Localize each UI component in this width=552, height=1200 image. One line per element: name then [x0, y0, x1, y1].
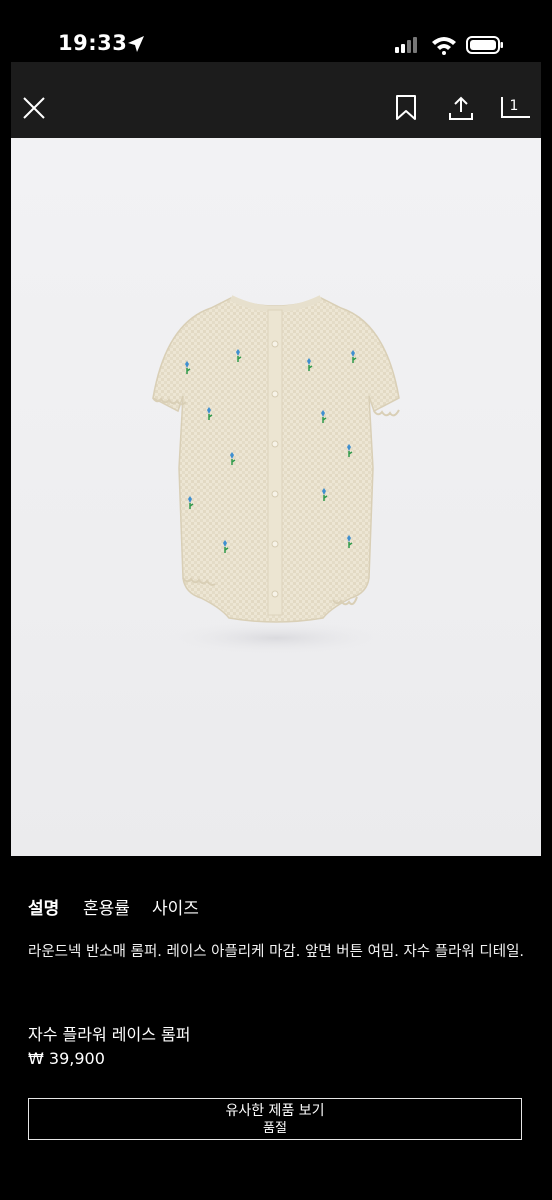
- product-name: 자수 플라워 레이스 롬퍼: [28, 1025, 191, 1044]
- image-count: 1: [509, 98, 519, 114]
- product-image[interactable]: [11, 138, 541, 856]
- product-detail-sheet: 1 설명 혼용률 사이즈 라운드넥 반소매 롬퍼. 레이스 아플리케 마감. 앞…: [11, 62, 541, 1200]
- view-similar-button[interactable]: 유사한 제품 보기 품절: [28, 1098, 522, 1140]
- close-icon[interactable]: [22, 96, 46, 120]
- battery-icon: [466, 36, 503, 54]
- top-toolbar: 1: [11, 62, 541, 138]
- tab-description[interactable]: 설명: [28, 894, 59, 919]
- share-icon[interactable]: [448, 95, 474, 121]
- location-arrow-icon: [128, 36, 144, 52]
- image-gallery-button[interactable]: 1: [501, 96, 531, 120]
- romper-illustration: [152, 295, 400, 656]
- bookmark-icon[interactable]: [395, 95, 417, 121]
- wifi-icon: [432, 37, 456, 55]
- tab-size[interactable]: 사이즈: [152, 894, 199, 919]
- status-time: 19:33: [58, 31, 128, 55]
- tab-composition[interactable]: 혼용률: [83, 894, 130, 919]
- product-description: 라운드넥 반소매 롬퍼. 레이스 아플리케 마감. 앞면 버튼 여밈. 자수 플…: [28, 944, 525, 960]
- status-bar: 19:33: [0, 0, 552, 62]
- product-price: ₩ 39,900: [28, 1049, 105, 1068]
- view-similar-label: 유사한 제품 보기: [225, 1102, 325, 1119]
- cellular-signal-icon: [395, 37, 417, 53]
- sold-out-label: 품절: [263, 1120, 287, 1136]
